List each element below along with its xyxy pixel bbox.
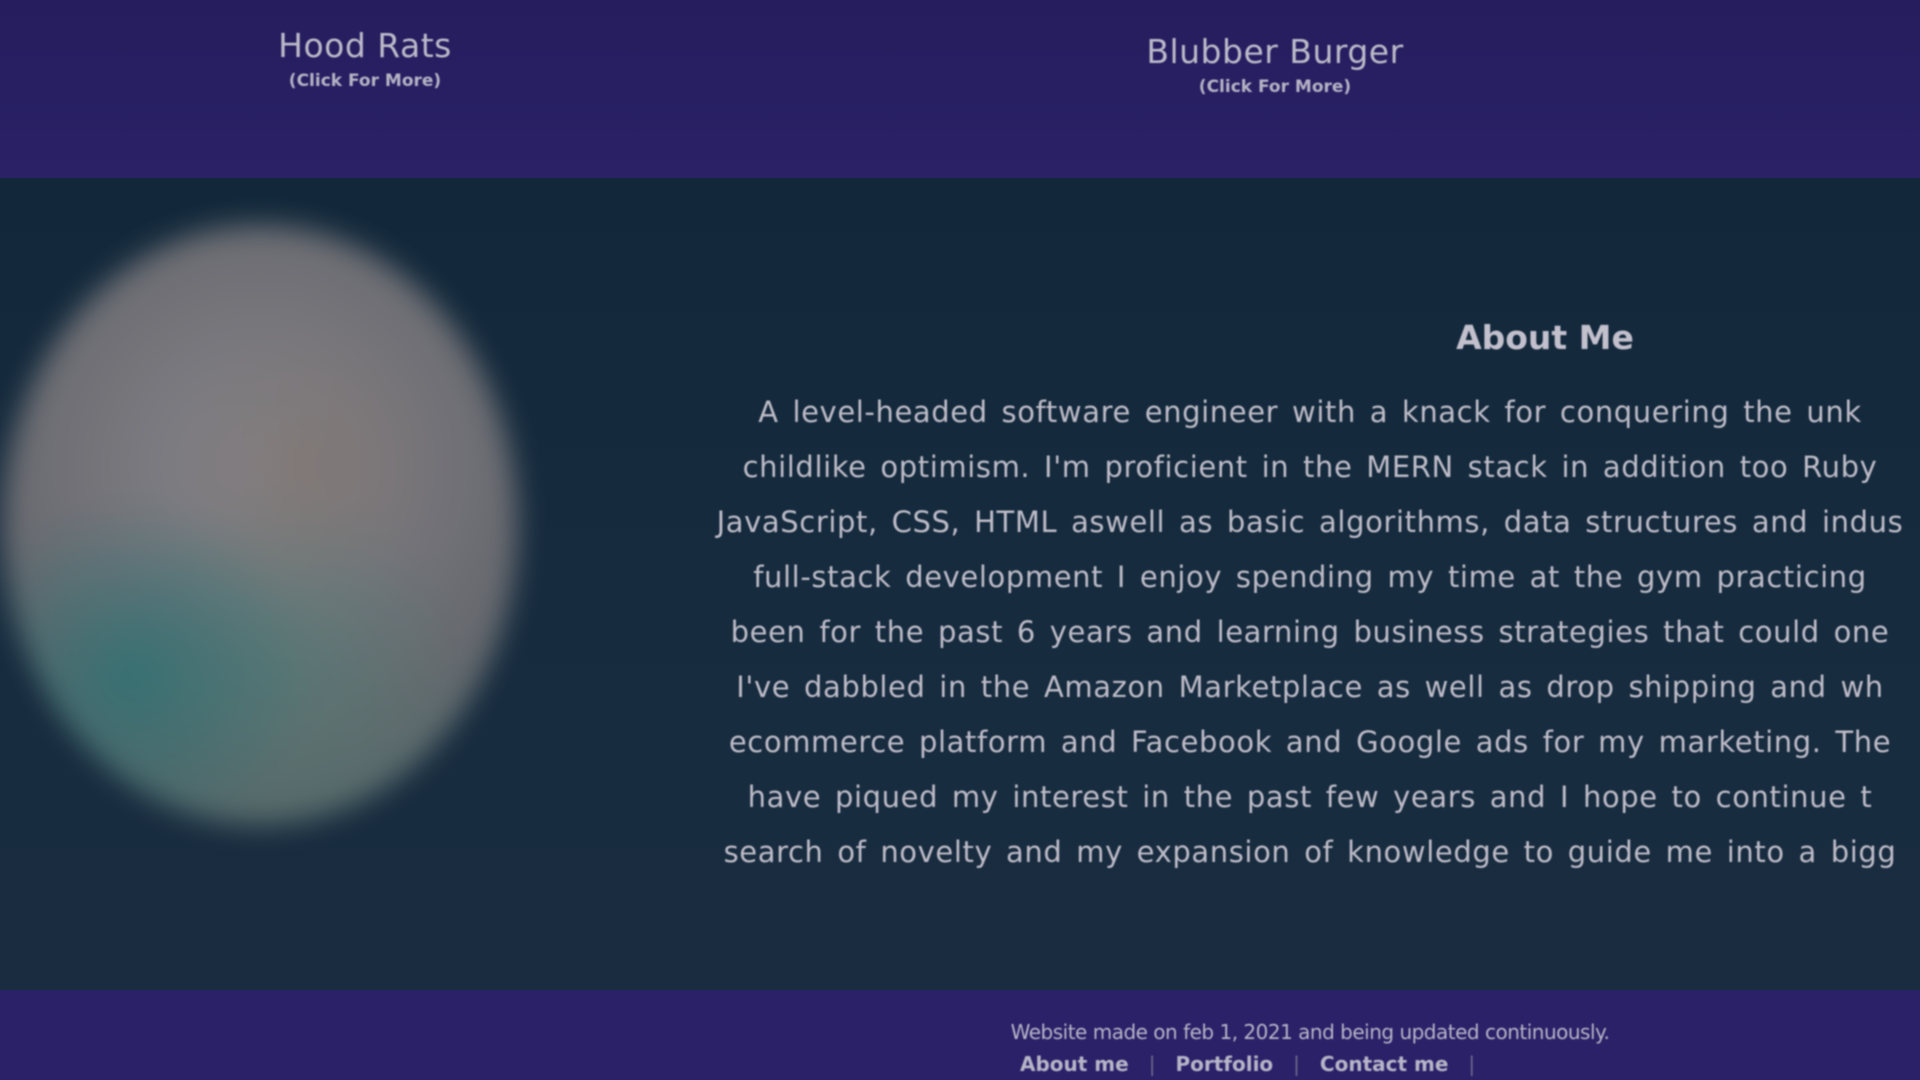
- about-line: have piqued my interest in the past few …: [747, 780, 1873, 814]
- project-click-hint[interactable]: (Click For More): [165, 71, 565, 91]
- about-paragraph: A level-headed software engineer with a …: [660, 385, 1920, 880]
- about-line: JavaScript, CSS, HTML aswell as basic al…: [716, 505, 1904, 539]
- footer-link-contact[interactable]: Contact me: [1320, 1052, 1449, 1076]
- project-click-hint[interactable]: (Click For More): [1040, 77, 1510, 97]
- site-footer: Website made on feb 1, 2021 and being up…: [0, 990, 1920, 1080]
- about-line: I've dabbled in the Amazon Marketplace a…: [736, 670, 1884, 704]
- project-title[interactable]: Blubber Burger: [1040, 32, 1510, 71]
- footer-separator: |: [1148, 1052, 1156, 1076]
- about-line: been for the past 6 years and learning b…: [730, 615, 1890, 649]
- footer-link-about[interactable]: About me: [1020, 1052, 1129, 1076]
- profile-photo: [2, 225, 518, 825]
- about-heading: About Me: [1456, 318, 1634, 357]
- footer-separator: |: [1468, 1052, 1476, 1076]
- about-line: A level-headed software engineer with a …: [758, 395, 1862, 429]
- projects-strip: Hood Rats (Click For More) Blubber Burge…: [0, 0, 1920, 178]
- about-line: full-stack development I enjoy spending …: [753, 560, 1867, 594]
- project-hood-rats[interactable]: Hood Rats (Click For More): [165, 26, 565, 91]
- project-blubber-burger[interactable]: Blubber Burger (Click For More): [1040, 32, 1510, 97]
- portfolio-page: Hood Rats (Click For More) Blubber Burge…: [0, 0, 1920, 1080]
- about-line: ecommerce platform and Facebook and Goog…: [728, 725, 1892, 759]
- footer-note: Website made on feb 1, 2021 and being up…: [1010, 1020, 1610, 1044]
- footer-nav: About me | Portfolio | Contact me |: [1020, 1052, 1475, 1076]
- about-section: About Me A level-headed software enginee…: [0, 178, 1920, 990]
- footer-link-portfolio[interactable]: Portfolio: [1175, 1052, 1273, 1076]
- about-line: childlike optimism. I'm proficient in th…: [742, 450, 1878, 484]
- about-line: search of novelty and my expansion of kn…: [723, 835, 1897, 869]
- project-title[interactable]: Hood Rats: [165, 26, 565, 65]
- footer-separator: |: [1293, 1052, 1300, 1076]
